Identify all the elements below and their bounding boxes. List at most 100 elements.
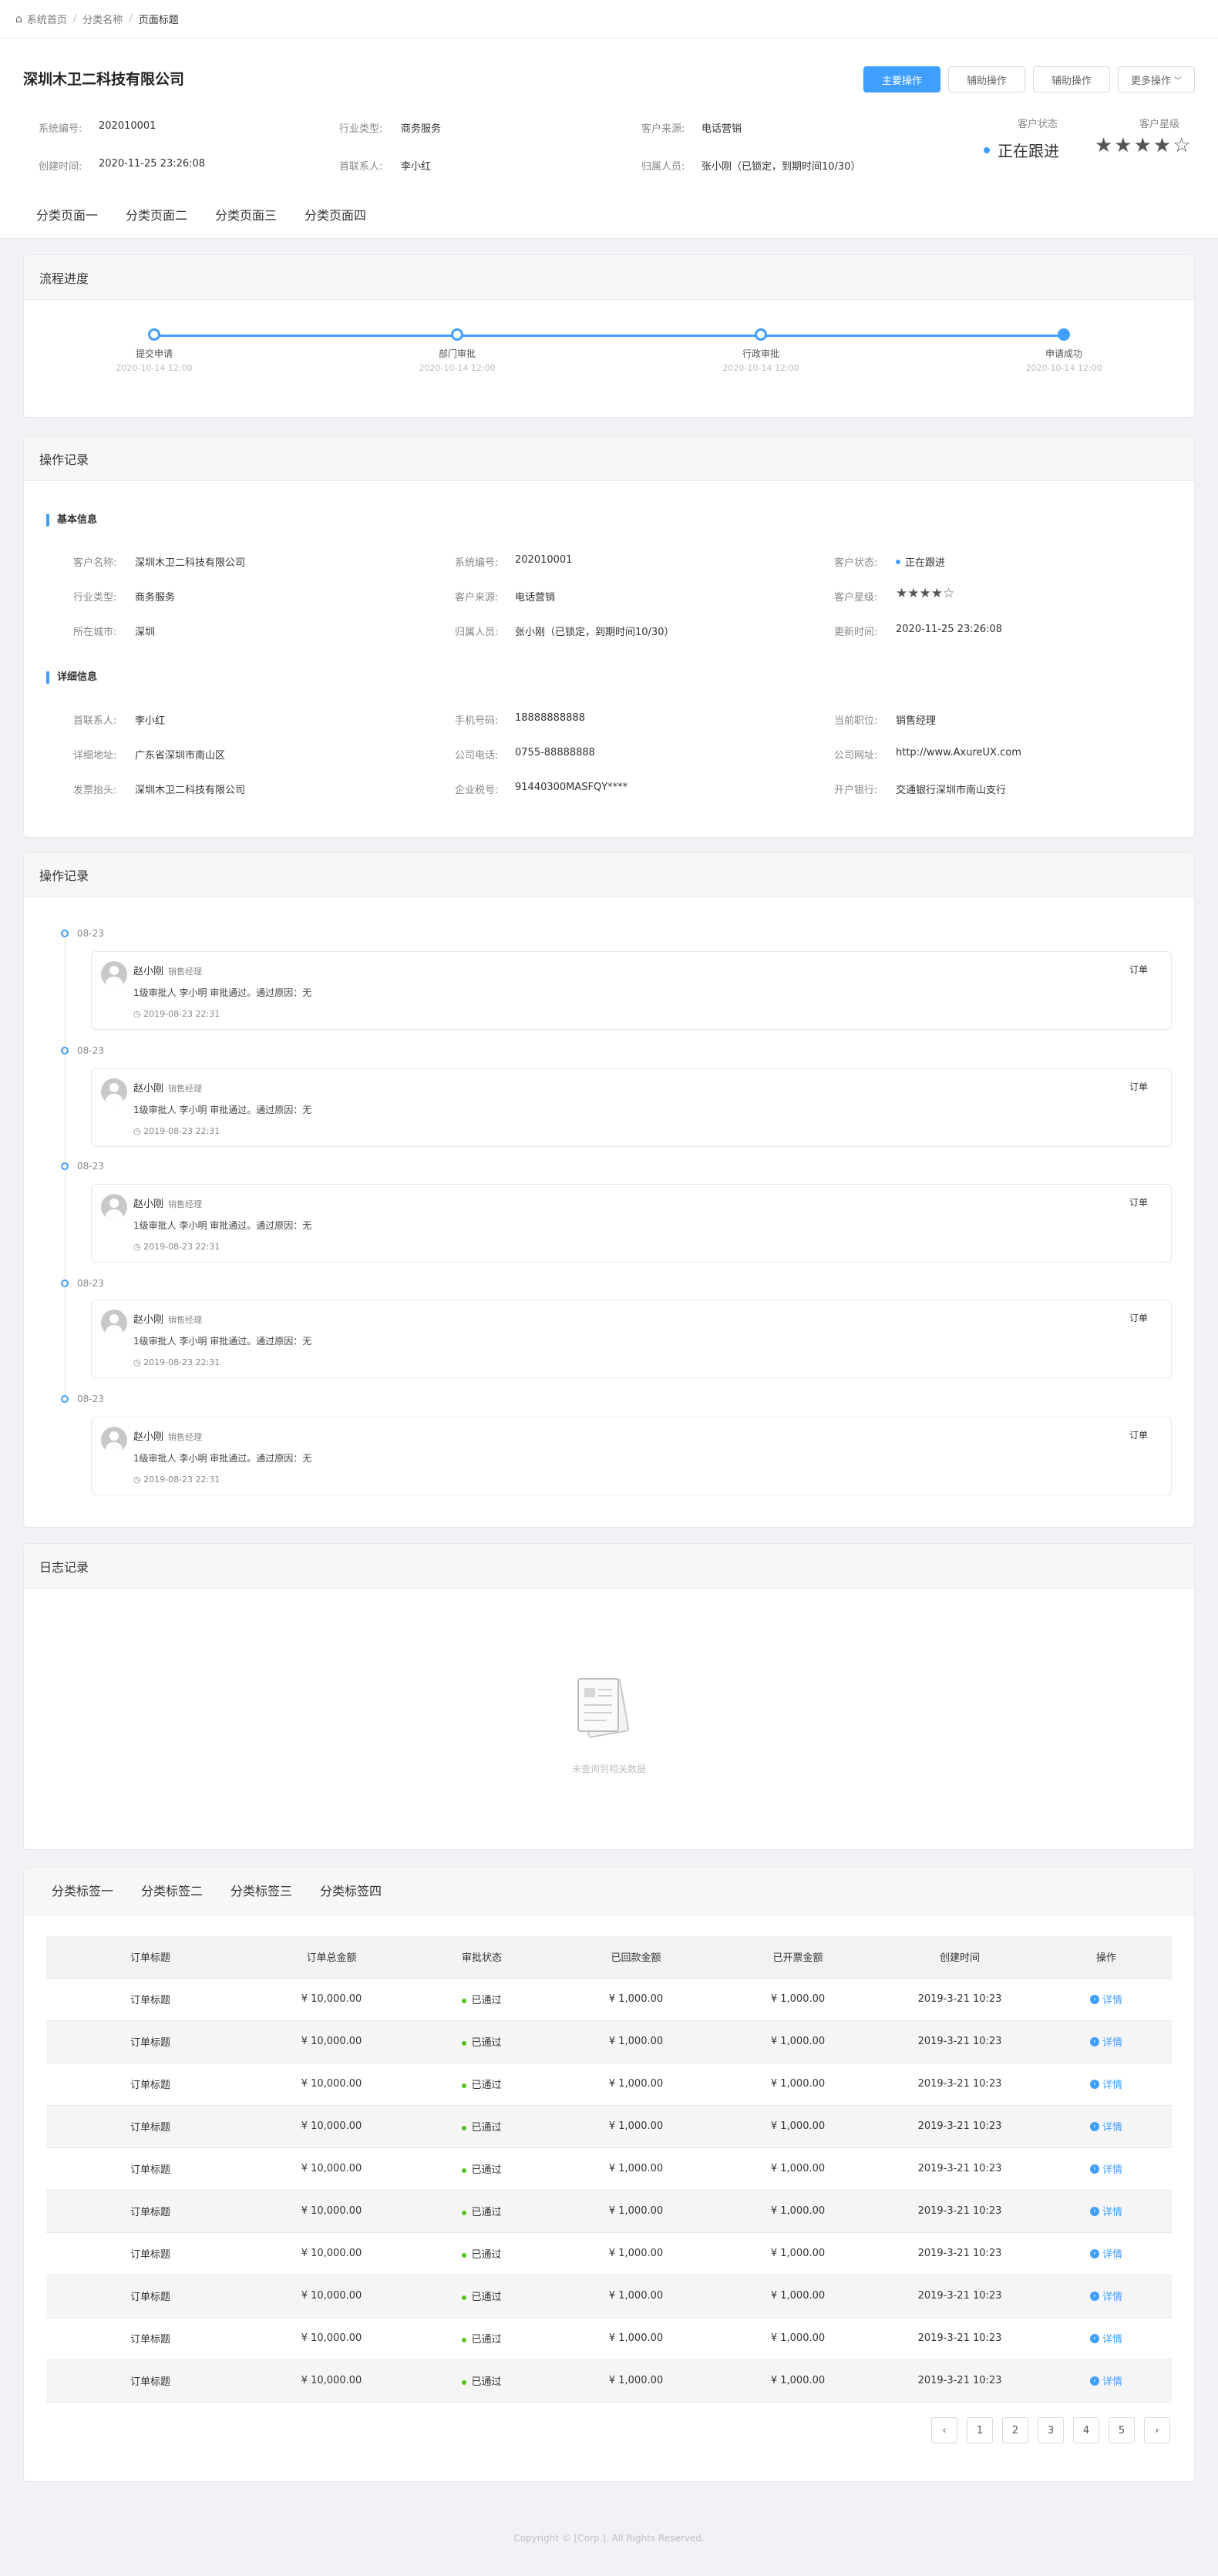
aux-action-button-2[interactable]: 辅助操作 <box>1033 66 1110 92</box>
detail-link[interactable]: › 详情 <box>1089 2119 1122 2134</box>
entry-tag[interactable]: 订单 <box>1129 1428 1148 1441</box>
page-button-4[interactable]: 4 <box>1073 2417 1099 2443</box>
detail-link[interactable]: › 详情 <box>1089 2373 1122 2388</box>
detail-link[interactable]: › 详情 <box>1089 2204 1122 2218</box>
timeline-date: 08-23 <box>77 1394 104 1404</box>
timeline-entry: 赵小刚 销售经理 1级审批人 李小明 审批通过。通过原因：无 ◷ 2019-08-… <box>91 1184 1172 1263</box>
cell-total: ¥ 10,000.00 <box>254 2232 409 2275</box>
primary-action-button[interactable]: 主要操作 <box>863 66 940 92</box>
cell-invoiced: ¥ 1,000.00 <box>717 2359 879 2403</box>
tab-page-3[interactable]: 分类页面三 <box>215 205 277 224</box>
timeline-date: 08-23 <box>77 1278 104 1289</box>
detail-link[interactable]: › 详情 <box>1089 2077 1122 2091</box>
page-tabs: 分类页面一 分类页面二 分类页面三 分类页面四 <box>36 205 366 224</box>
invoice-label: 发票抬头: <box>73 785 117 796</box>
entry-tag[interactable]: 订单 <box>1129 1196 1148 1209</box>
detail-label: 详情 <box>1102 2249 1122 2261</box>
home-icon[interactable]: ⌂ <box>15 13 22 25</box>
cell-total: ¥ 10,000.00 <box>254 2147 409 2191</box>
cell-status: 已通过 <box>409 2317 555 2360</box>
source-value-2: 电话营销 <box>515 592 556 604</box>
step-time: 2020-10-14 12:00 <box>722 363 799 373</box>
status-dot-icon <box>462 2295 467 2300</box>
tab-page-1[interactable]: 分类页面一 <box>36 205 98 224</box>
status-text: 已通过 <box>471 2334 502 2346</box>
aux-action-button-1[interactable]: 辅助操作 <box>948 66 1025 92</box>
page-button-1[interactable]: 1 <box>967 2417 993 2443</box>
page-button-3[interactable]: 3 <box>1038 2417 1064 2443</box>
cell-created: 2019-3-21 10:23 <box>879 2275 1041 2318</box>
sys-no-label-2: 系统编号: <box>455 557 499 569</box>
more-actions-dropdown[interactable]: 更多操作 ﹀ <box>1118 66 1195 92</box>
status-dot-icon <box>462 2380 467 2385</box>
cell-action: › 详情 <box>1041 2359 1172 2403</box>
step-time: 2020-10-14 12:00 <box>419 363 496 373</box>
basic-info-title: 基本信息 <box>46 514 97 526</box>
cell-title: 订单标题 <box>46 2232 254 2275</box>
industry-label: 行业类型: <box>339 123 383 135</box>
bank-label: 开户银行: <box>834 785 878 796</box>
breadcrumb-category[interactable]: 分类名称 <box>82 12 123 26</box>
status-text: 已通过 <box>471 2207 502 2218</box>
entry-author: 赵小刚 销售经理 <box>133 1196 202 1210</box>
cell-status: 已通过 <box>409 2359 555 2403</box>
customer-name-label: 客户名称: <box>73 557 117 569</box>
col-created: 创建时间 <box>879 1936 1041 1979</box>
detail-link[interactable]: › 详情 <box>1089 2161 1122 2176</box>
bank-value: 交通银行深圳市南山支行 <box>896 785 1007 796</box>
col-total: 订单总金额 <box>254 1936 409 1979</box>
source-value: 电话营销 <box>702 123 742 135</box>
breadcrumb-home[interactable]: 系统首页 <box>27 12 67 26</box>
timeline-dot-icon <box>61 1280 69 1287</box>
page-button-5[interactable]: 5 <box>1109 2417 1135 2443</box>
detail-link[interactable]: › 详情 <box>1089 2331 1122 2346</box>
contact-label-2: 首联系人: <box>73 715 117 727</box>
tab-label-4[interactable]: 分类标签四 <box>320 1881 382 1899</box>
cell-action: › 详情 <box>1041 1978 1172 2021</box>
tax-no-label: 企业税号: <box>455 785 499 796</box>
detail-label: 详情 <box>1102 1995 1122 2006</box>
status-dot-icon <box>462 1999 467 2003</box>
detail-link[interactable]: › 详情 <box>1089 2246 1122 2261</box>
next-page-button[interactable]: › <box>1144 2417 1170 2443</box>
arrow-right-icon: › <box>1089 2206 1099 2216</box>
entry-time: ◷ 2019-08-23 22:31 <box>133 1126 220 1136</box>
tab-label-2[interactable]: 分类标签二 <box>141 1881 203 1899</box>
detail-label: 详情 <box>1102 2334 1122 2346</box>
tab-label-1[interactable]: 分类标签一 <box>52 1881 113 1899</box>
detail-link[interactable]: › 详情 <box>1089 2034 1122 2049</box>
table-row: 订单标题 ¥ 10,000.00 已通过 ¥ 1,000.00 ¥ 1,000.00 20… <box>46 2020 1172 2063</box>
cell-total: ¥ 10,000.00 <box>254 2359 409 2403</box>
entry-tag[interactable]: 订单 <box>1129 1311 1148 1324</box>
tab-label-3[interactable]: 分类标签三 <box>230 1881 292 1899</box>
entry-tag[interactable]: 订单 <box>1129 963 1148 976</box>
detail-link[interactable]: › 详情 <box>1089 1992 1122 2006</box>
entry-time: ◷ 2019-08-23 22:31 <box>133 1357 220 1367</box>
cell-title: 订单标题 <box>46 2105 254 2148</box>
entry-author: 赵小刚 销售经理 <box>133 1080 202 1095</box>
page-button-2[interactable]: 2 <box>1002 2417 1028 2443</box>
entry-author-role: 销售经理 <box>168 1199 203 1209</box>
cell-invoiced: ¥ 1,000.00 <box>717 2105 879 2148</box>
tab-page-4[interactable]: 分类页面四 <box>304 205 366 224</box>
cell-status: 已通过 <box>409 2105 555 2148</box>
arrow-right-icon: › <box>1089 1994 1099 2004</box>
entry-author: 赵小刚 销售经理 <box>133 1311 202 1326</box>
tab-page-2[interactable]: 分类页面二 <box>126 205 187 224</box>
website-label: 公司网址: <box>834 750 878 762</box>
entry-tag[interactable]: 订单 <box>1129 1080 1148 1093</box>
cell-invoiced: ¥ 1,000.00 <box>717 2232 879 2275</box>
clock-icon: ◷ <box>133 1126 144 1136</box>
prev-page-button[interactable]: ‹ <box>931 2417 957 2443</box>
cell-total: ¥ 10,000.00 <box>254 1978 409 2021</box>
detail-label: 详情 <box>1102 2122 1122 2134</box>
entry-author-name: 赵小刚 <box>133 1083 164 1095</box>
detail-link[interactable]: › 详情 <box>1089 2288 1122 2303</box>
updated-value: 2020-11-25 23:26:08 <box>896 624 1003 635</box>
owner-label: 归属人员: <box>641 161 685 173</box>
status-dot-icon <box>462 2083 467 2088</box>
website-value[interactable]: http://www.AxureUX.com <box>896 747 1021 758</box>
entry-author-role: 销售经理 <box>168 1315 203 1325</box>
progress-title: 流程进度 <box>24 255 1194 300</box>
avatar <box>101 961 127 987</box>
